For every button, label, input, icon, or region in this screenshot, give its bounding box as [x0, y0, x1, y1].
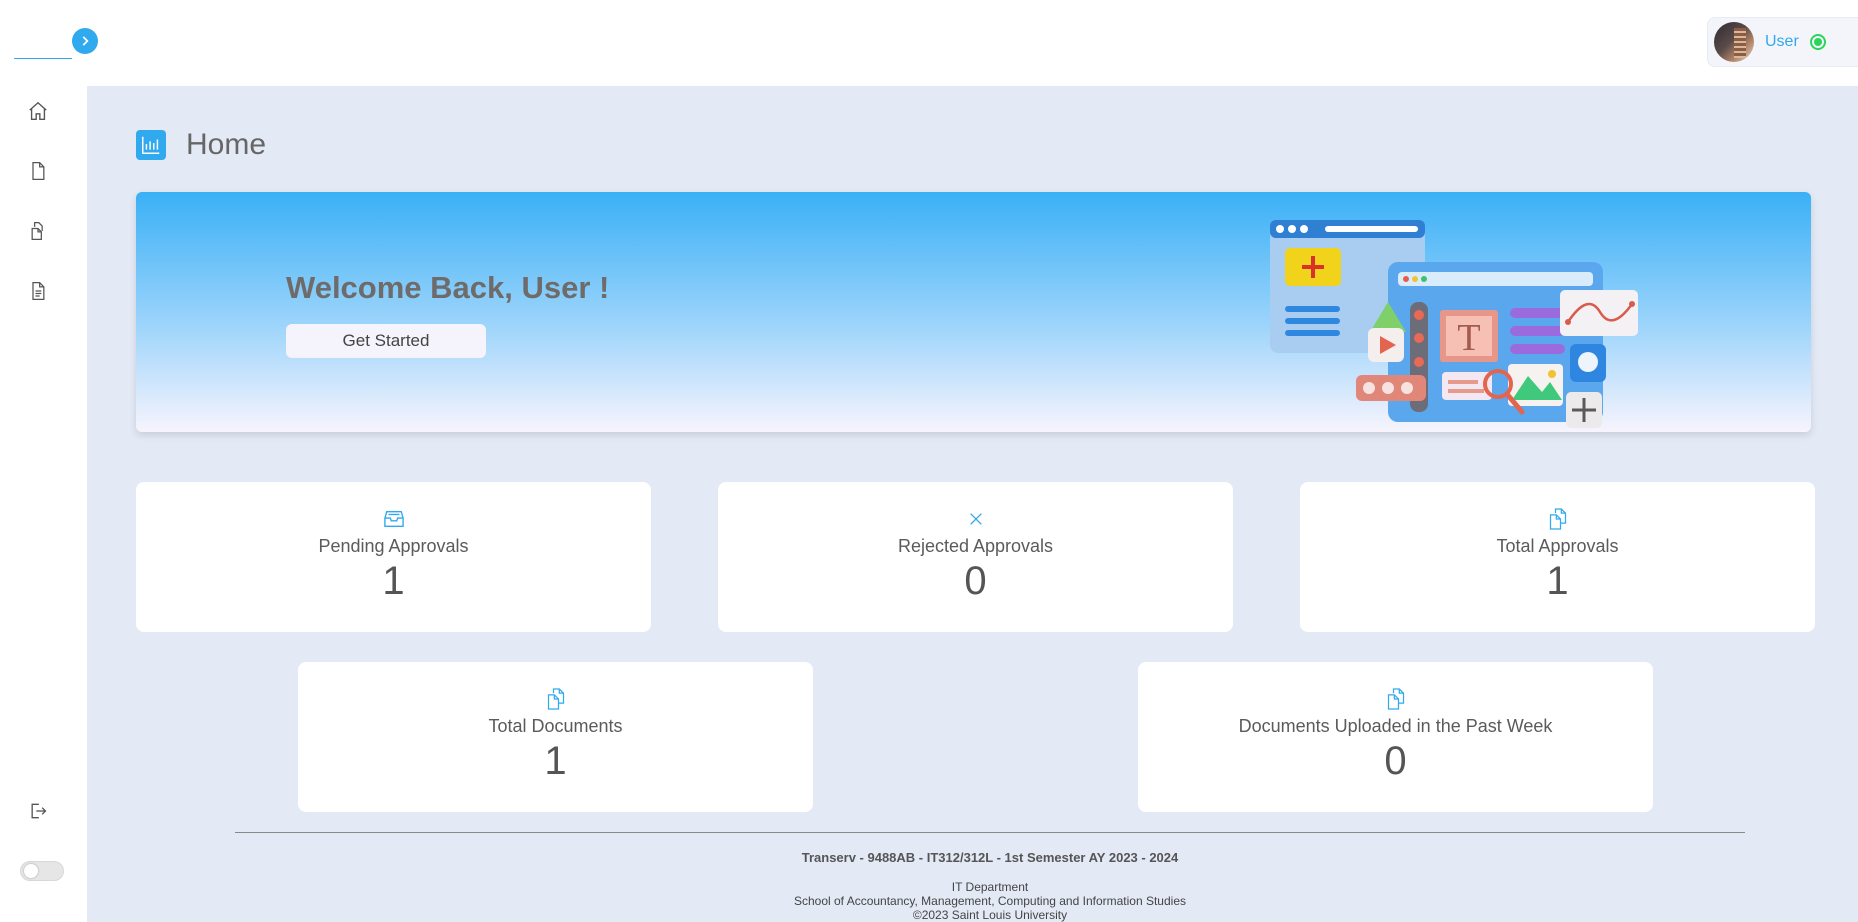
home-icon: [29, 101, 47, 120]
close-icon: [965, 508, 987, 530]
online-status-icon: [1809, 34, 1826, 50]
files-icon: [1385, 688, 1407, 710]
user-name: User: [1765, 33, 1799, 50]
stat-label: Total Approvals: [1496, 536, 1619, 556]
theme-toggle-knob: [24, 864, 38, 878]
logout-icon: [31, 803, 47, 819]
top-header: User: [87, 0, 1858, 86]
sidebar-item-documents[interactable]: [26, 159, 50, 183]
files-icon: [545, 688, 567, 710]
stat-label: Total Documents: [488, 716, 623, 736]
footer-course-info: Transerv - 9488AB - IT312/312L - 1st Sem…: [801, 850, 1179, 865]
stat-value: 0: [964, 559, 987, 603]
stat-card-documents-past-week: Documents Uploaded in the Past Week 0: [1138, 662, 1653, 812]
stat-card-pending-approvals: Pending Approvals 1: [136, 482, 651, 632]
footer-divider: [235, 832, 1745, 833]
stat-card-rejected-approvals: Rejected Approvals 0: [718, 482, 1233, 632]
sidebar: [0, 0, 87, 922]
dashboard-illustration: T: [1270, 220, 1638, 428]
welcome-message: Welcome Back, User !: [286, 270, 610, 305]
files-icon: [1547, 508, 1569, 530]
inbox-icon: [383, 508, 405, 530]
logo-underline: [14, 58, 72, 59]
report-icon: [32, 282, 45, 300]
chevron-right-icon: [82, 36, 89, 46]
stat-value: 1: [544, 739, 567, 783]
theme-toggle[interactable]: [20, 861, 64, 881]
sidebar-expand-button[interactable]: [72, 28, 98, 54]
logout-button[interactable]: [26, 799, 50, 823]
welcome-banner: Welcome Back, User ! Get Started T: [136, 192, 1811, 432]
svg-text:T: T: [1457, 317, 1480, 359]
get-started-button[interactable]: Get Started: [286, 324, 486, 358]
sidebar-item-reports[interactable]: [26, 279, 50, 303]
sidebar-item-approvals[interactable]: [26, 219, 50, 243]
stat-label: Pending Approvals: [318, 536, 469, 556]
page-heading: Home: [136, 128, 266, 162]
stat-value: 1: [1546, 559, 1569, 603]
stat-label: Documents Uploaded in the Past Week: [1238, 716, 1553, 736]
approvals-icon: [31, 222, 43, 240]
document-icon: [32, 162, 45, 180]
page-title: Home: [186, 128, 267, 161]
stat-value: 0: [1384, 739, 1407, 783]
stat-label: Rejected Approvals: [897, 536, 1054, 556]
stat-value: 1: [382, 559, 405, 603]
user-menu[interactable]: User: [1707, 17, 1858, 67]
stat-card-total-documents: Total Documents 1: [298, 662, 813, 812]
footer-copyright: ©2023 Saint Louis University: [912, 908, 1068, 922]
sidebar-item-home[interactable]: [26, 99, 50, 123]
footer-school: School of Accountancy, Management, Compu…: [793, 894, 1186, 908]
stat-card-total-approvals: Total Approvals 1: [1300, 482, 1815, 632]
bar-chart-icon: [136, 130, 166, 160]
avatar: [1714, 22, 1754, 62]
footer-department: IT Department: [951, 880, 1029, 894]
